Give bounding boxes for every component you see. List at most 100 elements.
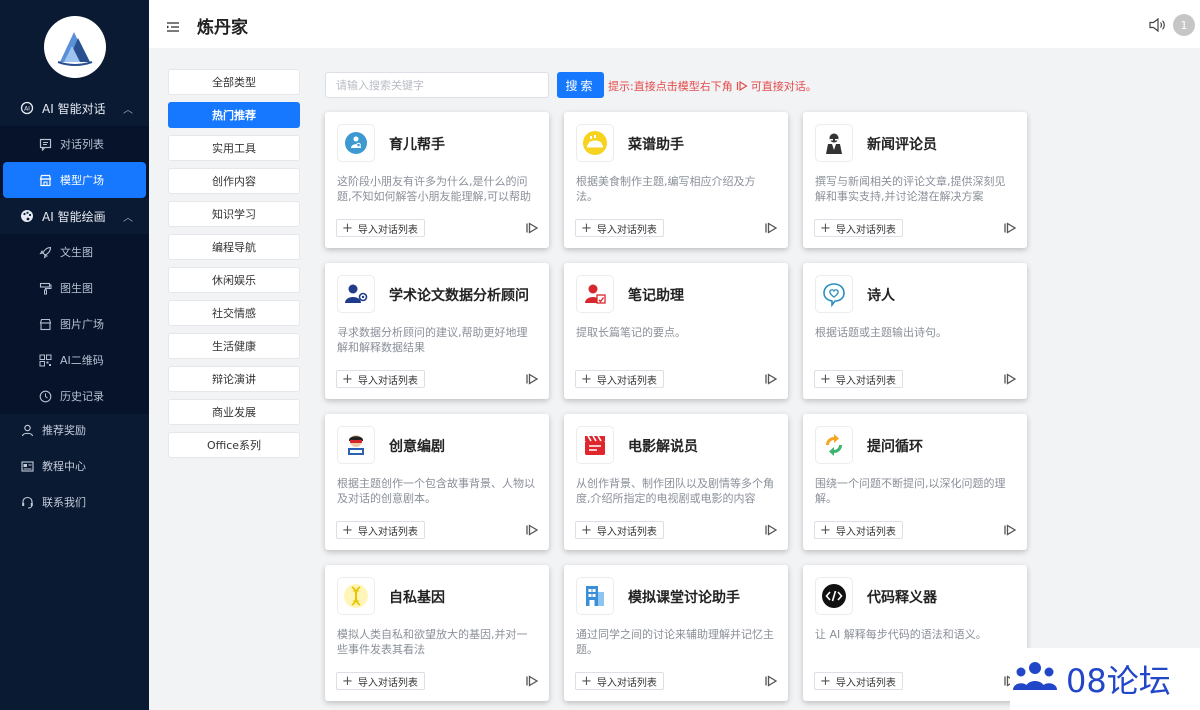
menu-group-chat: AI AI 智能对话 ︿ 对话列表 模型广场	[0, 90, 149, 198]
import-label: 导入对话列表	[357, 375, 418, 387]
start-chat-icon[interactable]	[525, 522, 539, 536]
card-description: 寻求数据分析顾问的建议,帮助更好地理解和解释数据结果	[337, 326, 528, 354]
tutorial-icon	[20, 459, 34, 473]
category-leisure[interactable]: 休闲娱乐	[168, 267, 300, 293]
sidebar-item-referral[interactable]: 推荐奖励	[0, 412, 149, 448]
card-description: 这阶段小朋友有许多为什么,是什么的问题,不知如何解答小朋友能理解,可以帮助你解答	[337, 175, 531, 203]
notes-icon	[576, 275, 614, 313]
import-chat-button[interactable]: + 导入对话列表	[814, 370, 903, 388]
start-chat-icon[interactable]	[1003, 220, 1017, 234]
sidebar-item-image-to-image[interactable]: 图生图	[0, 270, 149, 306]
category-hot[interactable]: 热门推荐	[168, 102, 300, 128]
speaker-icon[interactable]	[1148, 16, 1166, 34]
sidebar-item-history[interactable]: 历史记录	[0, 378, 149, 414]
model-card[interactable]: 创意编剧 根据主题创作一个包含故事背景、人物以及对话的创意剧本。 + 导入对话列表	[325, 414, 549, 550]
avatar[interactable]: 1	[1173, 14, 1195, 36]
top-header: 炼丹家 1	[149, 0, 1200, 48]
start-chat-icon[interactable]	[525, 371, 539, 385]
model-card[interactable]: 代码释义器 让 AI 解释每步代码的语法和语义。 + 导入对话列表	[803, 565, 1027, 701]
menu-head-ai-draw[interactable]: AI 智能绘画 ︿	[0, 198, 149, 234]
card-description: 通过同学之间的讨论来辅助理解并记忆主题。	[576, 628, 774, 656]
plus-icon: +	[342, 371, 353, 387]
category-tools[interactable]: 实用工具	[168, 135, 300, 161]
start-chat-icon[interactable]	[764, 371, 778, 385]
menu-collapse-icon[interactable]	[167, 18, 179, 32]
import-chat-button[interactable]: + 导入对话列表	[336, 370, 425, 388]
menu-head-ai-chat[interactable]: AI AI 智能对话 ︿	[0, 90, 149, 126]
import-chat-button[interactable]: + 导入对话列表	[575, 672, 664, 690]
sidebar-item-text-to-image[interactable]: 文生图	[0, 234, 149, 270]
import-chat-button[interactable]: + 导入对话列表	[575, 370, 664, 388]
plus-icon: +	[342, 220, 353, 236]
start-chat-icon[interactable]	[525, 673, 539, 687]
search-button[interactable]: 搜索	[557, 72, 604, 98]
category-learning[interactable]: 知识学习	[168, 201, 300, 227]
import-chat-button[interactable]: + 导入对话列表	[814, 521, 903, 539]
category-debate[interactable]: 辩论演讲	[168, 366, 300, 392]
search-input[interactable]	[325, 72, 549, 98]
import-label: 导入对话列表	[596, 526, 657, 538]
plus-icon: +	[581, 522, 592, 538]
sidebar-item-label: 对话列表	[60, 138, 104, 151]
sidebar-item-contact[interactable]: 联系我们	[0, 484, 149, 520]
sidebar-item-label: 推荐奖励	[42, 424, 86, 437]
category-health[interactable]: 生活健康	[168, 333, 300, 359]
category-creation[interactable]: 创作内容	[168, 168, 300, 194]
sidebar-item-model-square[interactable]: 模型广场	[3, 162, 146, 198]
import-chat-button[interactable]: + 导入对话列表	[336, 521, 425, 539]
import-chat-button[interactable]: + 导入对话列表	[575, 521, 664, 539]
category-programming[interactable]: 编程导航	[168, 234, 300, 260]
ai-chat-icon: AI	[20, 101, 34, 115]
sidebar-item-tutorial[interactable]: 教程中心	[0, 448, 149, 484]
card-description: 让 AI 解释每步代码的语法和语义。	[815, 628, 987, 641]
card-title: 创意编剧	[389, 439, 445, 455]
card-title: 菜谱助手	[628, 137, 684, 153]
poet-icon	[815, 275, 853, 313]
clapperboard-icon	[576, 426, 614, 464]
import-chat-button[interactable]: + 导入对话列表	[336, 672, 425, 690]
import-chat-button[interactable]: + 导入对话列表	[575, 219, 664, 237]
card-description: 提取长篇笔记的要点。	[576, 326, 686, 339]
sidebar-item-ai-qrcode[interactable]: AI二维码	[0, 342, 149, 378]
menu-group-draw: AI 智能绘画 ︿ 文生图 图生图 图片广场 AI二维码 历史记录	[0, 198, 149, 414]
import-chat-button[interactable]: + 导入对话列表	[336, 219, 425, 237]
import-label: 导入对话列表	[835, 526, 896, 538]
card-description: 围绕一个问题不断提问,以深化问题的理解。	[815, 477, 1006, 505]
model-card[interactable]: 提问循环 围绕一个问题不断提问,以深化问题的理解。 + 导入对话列表	[803, 414, 1027, 550]
model-card[interactable]: 电影解说员 从创作背景、制作团队以及剧情等多个角度,介绍所指定的电视剧或电影的内…	[564, 414, 788, 550]
import-chat-button[interactable]: + 导入对话列表	[814, 219, 903, 237]
model-card[interactable]: 模拟课堂讨论助手 通过同学之间的讨论来辅助理解并记忆主题。 + 导入对话列表	[564, 565, 788, 701]
model-card[interactable]: 菜谱助手 根据美食制作主题,编写相应介绍及方法。 + 导入对话列表	[564, 112, 788, 248]
category-all[interactable]: 全部类型	[168, 69, 300, 95]
clock-icon	[38, 389, 52, 403]
model-card[interactable]: 诗人 根据话题或主题输出诗句。 + 导入对话列表	[803, 263, 1027, 399]
import-label: 导入对话列表	[596, 375, 657, 387]
question-loop-icon	[815, 426, 853, 464]
category-office[interactable]: Office系列	[168, 432, 300, 458]
start-chat-icon[interactable]	[764, 522, 778, 536]
model-card[interactable]: 育儿帮手 这阶段小朋友有许多为什么,是什么的问题,不知如何解答小朋友能理解,可以…	[325, 112, 549, 248]
start-chat-icon[interactable]	[764, 220, 778, 234]
card-title: 新闻评论员	[867, 137, 937, 153]
submenu-chat: 对话列表 模型广场	[0, 126, 149, 198]
card-title: 提问循环	[867, 439, 923, 455]
rocket-icon	[38, 245, 52, 259]
plus-icon: +	[342, 522, 353, 538]
app-logo[interactable]	[44, 16, 106, 78]
model-card[interactable]: 笔记助理 提取长篇笔记的要点。 + 导入对话列表	[564, 263, 788, 399]
category-social[interactable]: 社交情感	[168, 300, 300, 326]
model-card[interactable]: 学术论文数据分析顾问 寻求数据分析顾问的建议,帮助更好地理解和解释数据结果 + 导…	[325, 263, 549, 399]
chevron-up-icon: ︿	[123, 212, 133, 224]
category-business[interactable]: 商业发展	[168, 399, 300, 425]
start-chat-icon[interactable]	[1003, 522, 1017, 536]
start-chat-icon[interactable]	[525, 220, 539, 234]
start-chat-icon[interactable]	[764, 673, 778, 687]
sidebar-item-chat-list[interactable]: 对话列表	[0, 126, 149, 162]
sidebar-item-image-square[interactable]: 图片广场	[0, 306, 149, 342]
import-label: 导入对话列表	[596, 677, 657, 689]
start-chat-icon[interactable]	[1003, 371, 1017, 385]
import-chat-button[interactable]: + 导入对话列表	[814, 672, 903, 690]
model-card[interactable]: 自私基因 模拟人类自私和欲望放大的基因,并对一些事件发表其看法 + 导入对话列表	[325, 565, 549, 701]
model-card[interactable]: 新闻评论员 撰写与新闻相关的评论文章,提供深刻见解和事实支持,并讨论潜在解决方案…	[803, 112, 1027, 248]
card-title: 代码释义器	[867, 590, 937, 606]
